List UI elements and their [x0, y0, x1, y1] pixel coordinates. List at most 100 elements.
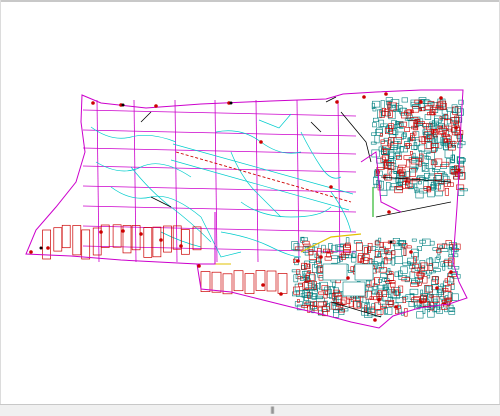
- point-marker: [373, 318, 377, 322]
- building-footprint: [411, 238, 417, 242]
- parcel-outline: [448, 145, 456, 151]
- point-marker: [362, 95, 366, 99]
- parcel-outline: [406, 159, 411, 168]
- lot-outline: [112, 224, 122, 248]
- point-marker: [377, 298, 381, 302]
- lot-outline: [266, 270, 277, 292]
- road-segment: [110, 186, 202, 218]
- lot-outline: [181, 229, 190, 255]
- parcel-layer: [291, 97, 468, 319]
- parcel-outline: [374, 302, 381, 310]
- point-marker: [335, 100, 339, 104]
- point-marker: [384, 92, 388, 96]
- parcel-outline: [318, 275, 324, 281]
- building-footprint: [409, 271, 416, 280]
- road-segment: [90, 126, 177, 143]
- point-marker: [159, 238, 163, 242]
- building-footprint: [295, 274, 301, 279]
- building-footprint: [333, 309, 340, 318]
- building-footprint: [382, 303, 387, 308]
- grid-line-h: [82, 185, 357, 193]
- dark-line: [340, 111, 372, 163]
- parcel-outline: [391, 250, 396, 256]
- building-footprint: [435, 190, 443, 197]
- building-footprint: [452, 140, 456, 148]
- lot-outline: [100, 224, 110, 248]
- dark-line: [310, 121, 322, 133]
- parcel-outline: [444, 188, 450, 196]
- inner-boundary: [197, 212, 216, 265]
- building-footprint: [301, 237, 308, 242]
- point-marker: [346, 276, 350, 280]
- status-bar: |||: [0, 404, 500, 416]
- building-footprint: [444, 307, 449, 313]
- parcel-outline: [316, 248, 322, 257]
- point-marker: [394, 305, 398, 309]
- point-marker: [409, 250, 413, 254]
- point-marker-dark: [121, 103, 125, 107]
- building-footprint: [376, 127, 383, 136]
- road-segment: [130, 166, 212, 243]
- building-footprint: [333, 309, 339, 313]
- building-footprint: [345, 237, 350, 244]
- grid-line-h: [82, 147, 357, 155]
- building-footprint: [408, 301, 415, 308]
- building-footprint: [433, 268, 441, 272]
- grid-line-v: [174, 99, 178, 263]
- parcel-outline: [444, 278, 448, 283]
- grid-line-h: [82, 129, 357, 137]
- building-footprint: [372, 117, 379, 122]
- point-marker: [296, 259, 300, 263]
- parcel-outline: [433, 130, 437, 133]
- parcel-outline: [364, 247, 368, 255]
- building-footprint: [431, 138, 437, 146]
- building-footprint: [402, 295, 409, 300]
- lot-outline: [244, 273, 255, 294]
- building-footprint: [413, 252, 419, 261]
- building-footprint: [446, 158, 451, 165]
- grid-line-v: [255, 99, 259, 263]
- building-footprint: [416, 311, 424, 319]
- building-footprint: [409, 179, 418, 185]
- map-viewport[interactable]: [1, 2, 499, 404]
- parcel-outline: [401, 277, 410, 282]
- lot-layer: [42, 224, 288, 295]
- point-marker: [329, 185, 333, 189]
- parcel-outline: [402, 296, 406, 303]
- map-canvas[interactable]: [1, 2, 499, 404]
- lot-outline: [53, 227, 63, 252]
- point-marker-dark: [229, 101, 233, 105]
- building-footprint: [372, 100, 381, 108]
- runway-edge: [170, 143, 354, 211]
- point-marker: [99, 230, 103, 234]
- grip-lines-icon[interactable]: |||: [268, 406, 276, 414]
- building-footprint: [413, 142, 418, 151]
- grid-line-v: [133, 99, 137, 263]
- parcel-outline: [298, 282, 303, 287]
- building-footprint: [451, 293, 459, 301]
- lot-outline: [81, 229, 91, 260]
- point-marker: [419, 100, 423, 104]
- point-marker: [139, 232, 143, 236]
- point-marker: [259, 140, 263, 144]
- parcel-outline: [317, 301, 326, 307]
- road-segment: [95, 161, 192, 178]
- building-footprint: [424, 156, 431, 160]
- road-segment: [258, 113, 292, 129]
- building-footprint: [389, 186, 396, 191]
- lot-outline: [277, 273, 288, 294]
- point-marker: [387, 210, 391, 214]
- point-marker: [91, 101, 95, 105]
- building-footprint: [368, 286, 373, 292]
- point-marker: [419, 300, 423, 304]
- building-footprint: [444, 149, 453, 159]
- lot-outline: [143, 227, 153, 258]
- building-footprint: [379, 189, 388, 196]
- building-footprint: [380, 261, 385, 270]
- road-segment: [200, 216, 242, 258]
- building-footprint: [378, 278, 382, 283]
- open-block: [342, 281, 366, 297]
- building-footprint: [432, 262, 439, 268]
- point-marker: [319, 255, 323, 259]
- parcel-outline: [393, 137, 402, 144]
